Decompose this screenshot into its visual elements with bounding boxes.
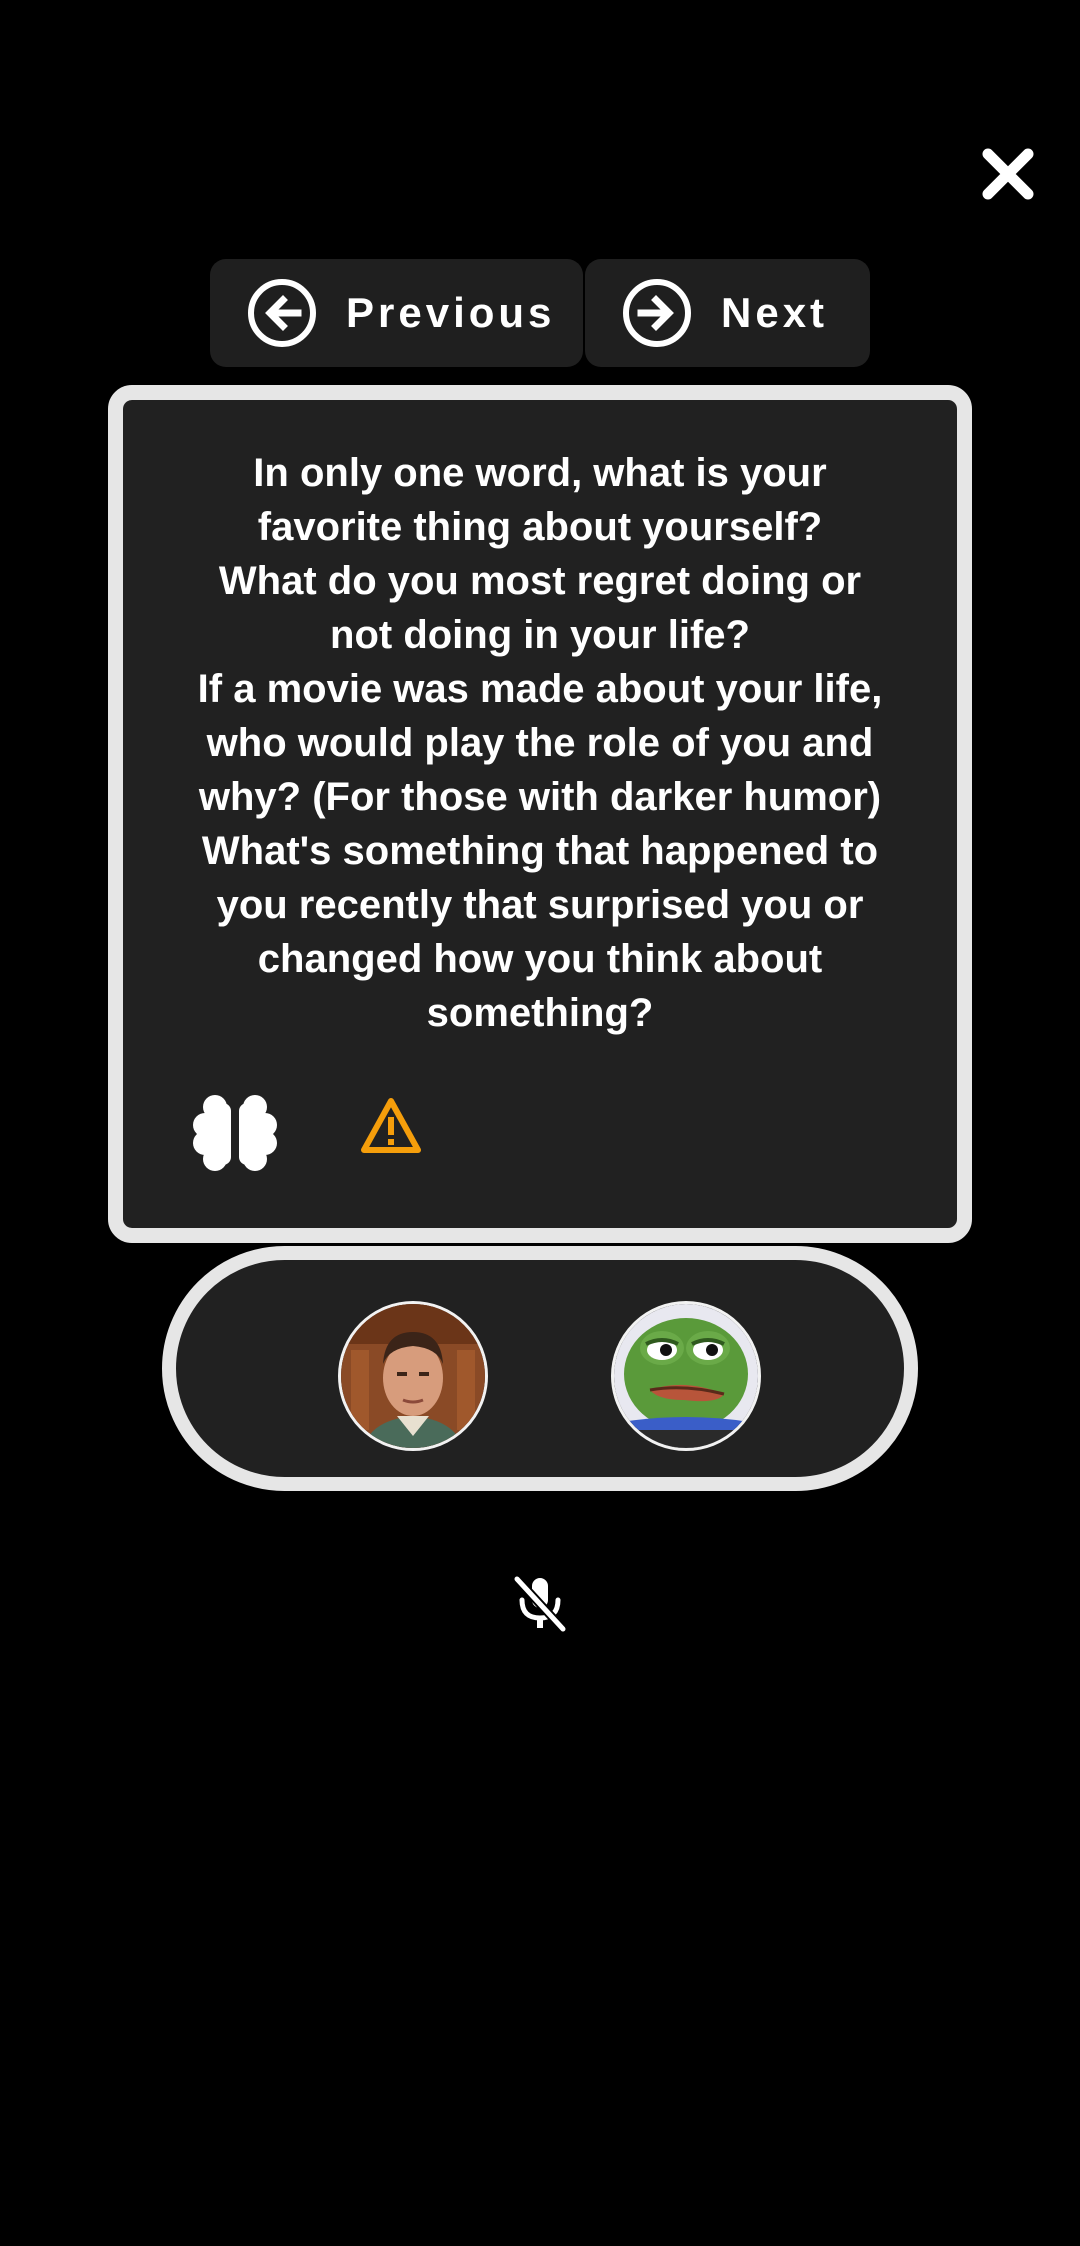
close-icon bbox=[982, 148, 1034, 200]
arrow-left-circle-icon bbox=[248, 279, 316, 347]
close-button[interactable] bbox=[976, 142, 1040, 206]
arrow-right-circle-icon bbox=[623, 279, 691, 347]
question-text: In only one word, what is your favorite … bbox=[197, 451, 883, 1035]
mic-off-icon bbox=[512, 1574, 568, 1634]
brain-icon bbox=[193, 1095, 277, 1171]
previous-button[interactable]: Previous bbox=[210, 259, 583, 367]
previous-label: Previous bbox=[346, 289, 556, 336]
question-card: In only one word, what is your favorite … bbox=[108, 385, 972, 1243]
next-label: Next bbox=[721, 289, 829, 336]
warning-icon bbox=[361, 1098, 421, 1153]
navigation-bar: Previous Next bbox=[210, 259, 870, 367]
brain-button[interactable] bbox=[193, 1093, 277, 1173]
participants-panel bbox=[162, 1246, 918, 1491]
frog-cartoon bbox=[614, 1304, 758, 1448]
next-button[interactable]: Next bbox=[585, 259, 870, 367]
mute-button[interactable] bbox=[508, 1572, 572, 1636]
report-button[interactable] bbox=[359, 1096, 423, 1156]
person-photo bbox=[341, 1304, 485, 1448]
avatar[interactable] bbox=[611, 1301, 761, 1451]
avatar[interactable] bbox=[338, 1301, 488, 1451]
